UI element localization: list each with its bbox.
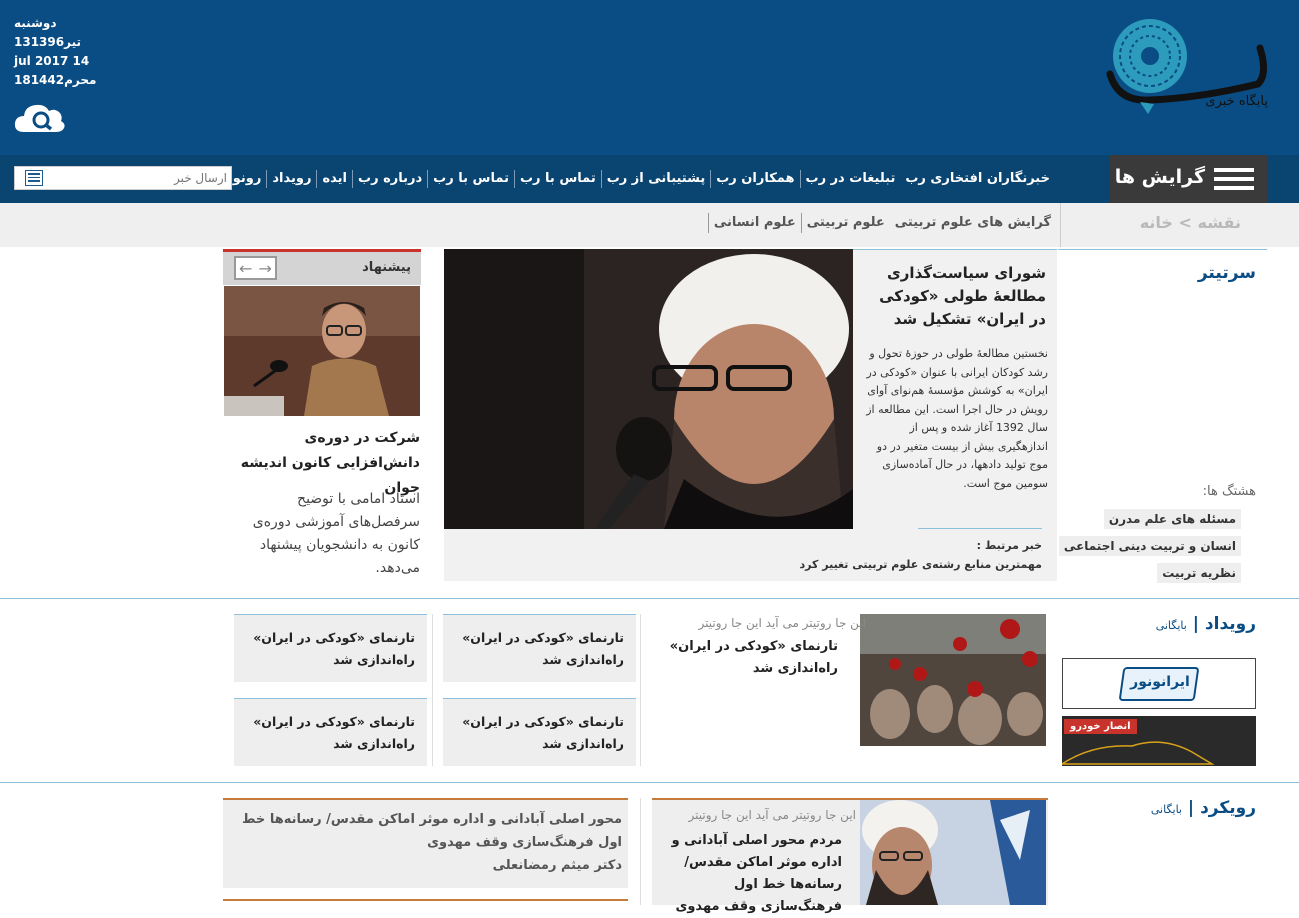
date-hijri: 18محرم1442: [14, 73, 97, 87]
nav-link-support[interactable]: پشتیبانی از رب: [600, 170, 710, 188]
category-tag[interactable]: گرایش های علوم تربیتی: [890, 213, 1056, 233]
section-divider: [0, 782, 1299, 783]
ad-banner-iranonor[interactable]: ایرانونور: [1062, 658, 1256, 709]
main-story-title[interactable]: شورای سیاست‌گذاری مطالعهٔ طولی «کودکی در…: [858, 262, 1046, 331]
divider: [640, 798, 641, 905]
send-news-input[interactable]: [49, 168, 227, 188]
approach-story-image[interactable]: [860, 800, 1046, 905]
nav-link-partners[interactable]: همکاران رب: [710, 170, 799, 188]
main-story-summary: نخستین مطالعهٔ طولی در حوزهٔ تحول و رشد …: [866, 347, 1048, 490]
events-title[interactable]: رویداد: [1205, 614, 1256, 634]
divider: [432, 614, 433, 766]
category-tags: علوم انسانی علوم تربیتی گرایش های علوم ت…: [707, 213, 1056, 233]
date-weekday: دوشنبه: [14, 16, 57, 30]
section-title-events: رویداد | بایگانی: [1155, 614, 1256, 634]
date-block: دوشنبه 13تیر1396 jul 2017 14 18محرم1442: [14, 14, 96, 90]
related-news-label: خبر مرتبط :: [976, 539, 1042, 552]
logo-caption: پایگاه خبری: [1205, 94, 1268, 109]
categories-menu-button[interactable]: گرایش ها: [1110, 155, 1267, 203]
suggestion-arrows: ← →: [234, 256, 277, 280]
hamburger-icon: [1214, 168, 1254, 190]
ad-banner-ansar[interactable]: انصار خودرو: [1062, 716, 1256, 766]
approach-card-title: محور اصلی آبادانی و اداره موثر اماکن مقد…: [242, 812, 622, 850]
approach-card[interactable]: محور اصلی آبادانی و اداره موثر اماکن مقد…: [223, 798, 628, 888]
approach-rumor-text: این جا روتیتر می آید این جا روتیتر: [688, 808, 856, 822]
nav-links: رونوشت رویداد ایده درباره رب تماس با رب …: [200, 155, 1055, 203]
divider: [640, 614, 641, 766]
approach-title[interactable]: رویکرد: [1200, 798, 1256, 818]
main-story-image[interactable]: [444, 249, 853, 529]
event-card[interactable]: تارنمای «کودکی در ایران» راه‌اندازی شد: [234, 614, 427, 682]
document-icon[interactable]: [25, 170, 43, 186]
event-card-title: تارنمای «کودکی در ایران» راه‌اندازی شد: [462, 630, 624, 667]
suggestion-title: پیشنهاد: [362, 260, 411, 275]
nav-link-reporters[interactable]: خبرنگاران افتخاری رب: [900, 170, 1055, 188]
divider: [918, 528, 1042, 529]
event-card-title: تارنمای «کودکی در ایران» راه‌اندازی شد: [253, 630, 415, 667]
nav-link-about[interactable]: درباره رب: [352, 170, 427, 188]
hashtag[interactable]: انسان و تربیت دینی اجتماعی: [1058, 536, 1241, 556]
divider: [1058, 249, 1267, 250]
nav-link-contact-1[interactable]: تماس با رب: [427, 170, 514, 188]
nav-link-ideh[interactable]: ایده: [316, 170, 352, 188]
event-rumor-text: این جا روتیتر می آید این جا روتیتر: [698, 616, 866, 630]
hashtag[interactable]: نظریه تربیت: [1157, 563, 1241, 583]
event-card[interactable]: تارنمای «کودکی در ایران» راه‌اندازی شد: [443, 614, 636, 682]
ad-text: ایرانونور: [1130, 674, 1190, 690]
event-card-title: تارنمای «کودکی در ایران» راه‌اندازی شد: [253, 714, 415, 751]
section-title-approach: رویکرد | بایگانی: [1150, 798, 1256, 818]
approach-card-author: دکتر میثم رمضانعلی: [492, 858, 622, 873]
date-gregorian: jul 2017 14: [14, 54, 90, 68]
event-card[interactable]: تارنمای «کودکی در ایران» راه‌اندازی شد: [234, 698, 427, 766]
hashtag[interactable]: مسئله های علم مدرن: [1103, 509, 1241, 529]
arrow-left-icon[interactable]: ←: [239, 259, 252, 278]
suggestion-story-summary: استاد امامی با توضیح سرفصل‌های آموزشی دو…: [252, 491, 420, 576]
send-news-box: [14, 166, 232, 190]
event-card[interactable]: تارنمای «کودکی در ایران» راه‌اندازی شد: [443, 698, 636, 766]
related-news-link[interactable]: مهمترین منابع رشته‌ی علوم تربیتی تغییر ک…: [800, 558, 1042, 571]
event-card-title: تارنمای «کودکی در ایران» راه‌اندازی شد: [462, 714, 624, 751]
nav-link-contact-2[interactable]: تماس با رب: [513, 170, 601, 188]
search-cloud-icon[interactable]: [14, 100, 66, 134]
breadcrumb[interactable]: نقشه > خانه: [1140, 213, 1241, 232]
hashtags-label: هشتگ ها:: [1202, 484, 1256, 499]
breadcrumb-divider: [1060, 203, 1061, 247]
date-persian: 13تیر1396: [14, 35, 81, 49]
nav-link-rooydad[interactable]: رویداد: [266, 170, 316, 188]
suggestion-image[interactable]: [224, 286, 420, 416]
section-title-sartitr[interactable]: سرتیتر: [1198, 263, 1256, 283]
categories-menu-label: گرایش ها: [1114, 166, 1205, 188]
arrow-right-icon[interactable]: →: [259, 259, 272, 278]
divider: [223, 899, 628, 901]
events-archive-link[interactable]: بایگانی: [1156, 619, 1187, 632]
approach-archive-link[interactable]: بایگانی: [1151, 803, 1182, 816]
category-tag[interactable]: علوم انسانی: [707, 213, 801, 233]
breadcrumb-bar: [0, 203, 1299, 247]
event-story-image[interactable]: [860, 614, 1046, 746]
section-divider: [0, 598, 1299, 599]
category-tag[interactable]: علوم تربیتی: [800, 213, 890, 233]
nav-link-ads[interactable]: تبلیغات در رب: [799, 170, 901, 188]
event-main-title[interactable]: تارنمای «کودکی در ایران» راه‌اندازی شد: [646, 636, 838, 680]
